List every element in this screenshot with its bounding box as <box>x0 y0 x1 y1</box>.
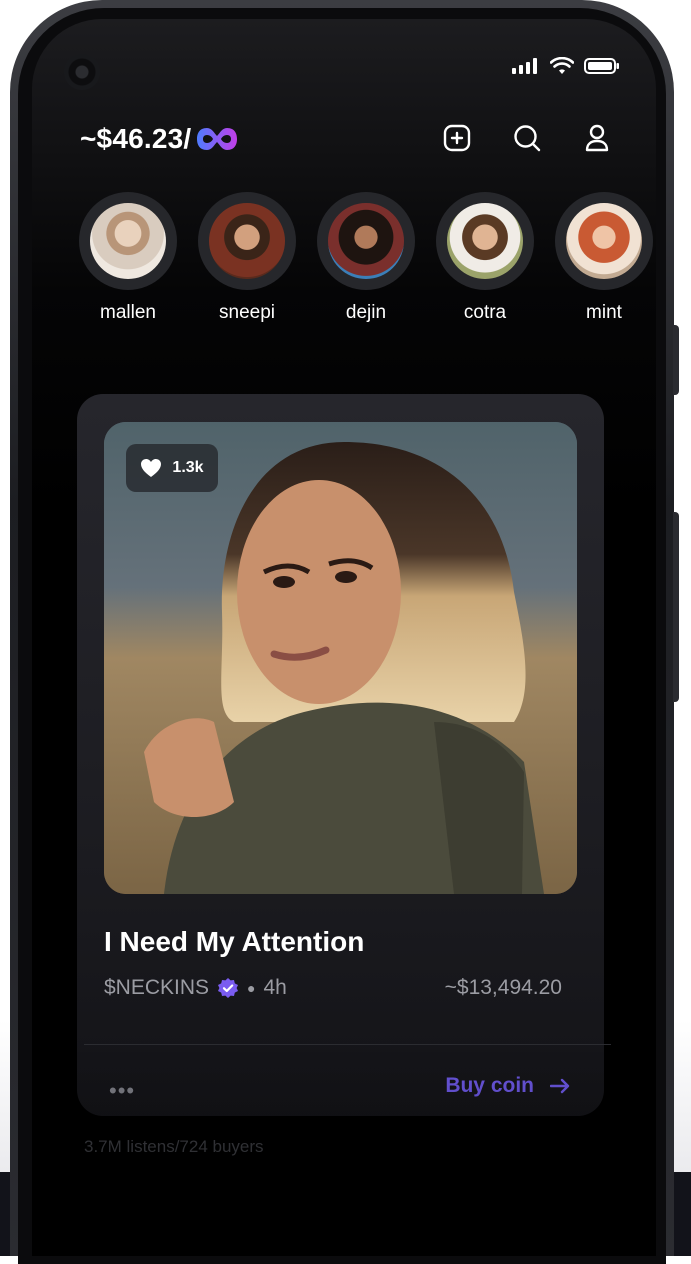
story-ring <box>555 192 653 290</box>
wallet-balance[interactable]: ~$46.23/ <box>80 123 239 155</box>
story-ring <box>79 192 177 290</box>
coin-price: ~$13,494.20 <box>444 976 562 999</box>
story-username: cotra <box>463 302 507 323</box>
story-username: mallen <box>100 302 156 323</box>
post-age: 4h <box>263 976 287 999</box>
header-actions <box>442 123 612 153</box>
add-post-button[interactable] <box>442 123 472 153</box>
like-counter[interactable]: 1.3k <box>126 444 218 492</box>
post-photo <box>104 422 577 894</box>
story-ring <box>198 192 296 290</box>
signal-icon <box>512 58 537 74</box>
story-item[interactable]: sneepi <box>198 192 296 324</box>
card-divider <box>84 1044 611 1045</box>
like-count: 1.3k <box>172 459 204 476</box>
story-item[interactable]: mallen <box>79 192 177 324</box>
battery-icon <box>584 58 619 74</box>
verified-badge-icon <box>218 978 239 998</box>
story-ring <box>317 192 415 290</box>
wifi-icon <box>550 57 574 74</box>
listen-stats: 3.7M listens/724 buyers <box>84 1137 264 1156</box>
search-icon <box>514 125 541 152</box>
post-title: I Need My Attention <box>104 926 365 957</box>
avatar <box>566 203 642 279</box>
post-card[interactable]: 1.3k I Need My Attention $NECKINS ● 4h ~… <box>77 394 611 1116</box>
buy-coin-button[interactable]: Buy coin <box>445 1074 570 1098</box>
infinity-logo-icon <box>197 128 238 150</box>
heart-icon <box>141 459 162 477</box>
avatar <box>328 203 404 279</box>
balance-amount: ~$46.23/ <box>80 123 192 154</box>
search-button[interactable] <box>512 123 542 153</box>
more-options-button[interactable]: ••• <box>109 1078 135 1104</box>
meta-separator: ● <box>247 980 256 996</box>
avatar <box>90 203 166 279</box>
profile-icon <box>585 124 609 152</box>
story-ring <box>436 192 534 290</box>
avatar <box>209 203 285 279</box>
add-post-icon <box>443 124 471 152</box>
story-username: sneepi <box>219 302 275 323</box>
phone-side-button <box>673 325 679 395</box>
avatar <box>447 203 523 279</box>
status-bar <box>512 57 620 75</box>
story-item[interactable]: mint <box>555 192 653 324</box>
front-camera <box>64 54 100 90</box>
profile-button[interactable] <box>582 123 612 153</box>
story-username: dejin <box>345 302 387 323</box>
coin-ticker[interactable]: $NECKINS <box>104 976 209 1000</box>
post-meta: $NECKINS ● 4h <box>104 976 287 1000</box>
story-item[interactable]: cotra <box>436 192 534 324</box>
story-username: mint <box>586 302 622 323</box>
story-item[interactable]: dejin <box>317 192 415 324</box>
phone-screen: ~$46.23/ mallen sneepi dejin cotra mint … <box>32 19 656 1256</box>
stories-row: mallen sneepi dejin cotra mint <box>79 192 653 324</box>
buy-coin-label: Buy coin <box>445 1074 534 1097</box>
post-image[interactable]: 1.3k <box>104 422 577 894</box>
arrow-right-icon <box>550 1078 570 1094</box>
phone-side-button <box>673 512 679 702</box>
